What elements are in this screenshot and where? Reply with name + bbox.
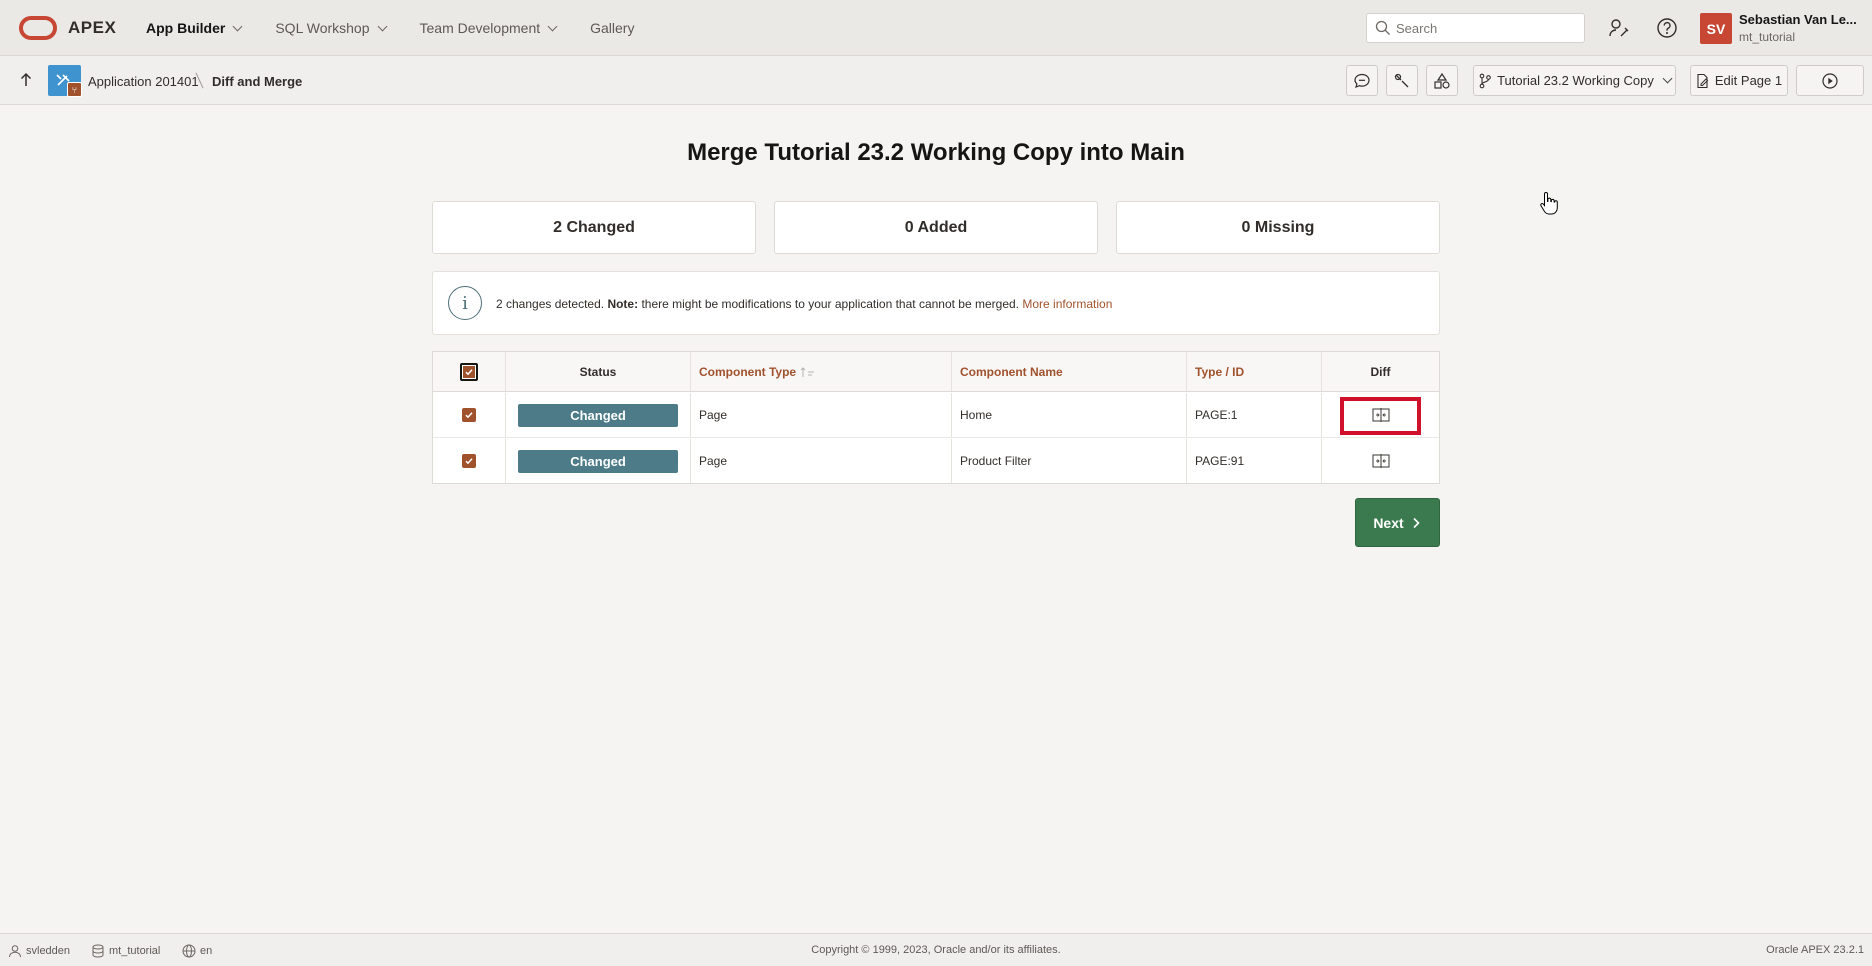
footer: svledden mt_tutorial en Copyright © 1999… <box>0 933 1872 966</box>
row-select-cell <box>433 393 506 437</box>
administration-icon[interactable] <box>1607 16 1631 40</box>
type-id-cell: PAGE:1 <box>1187 393 1322 437</box>
row-checkbox[interactable] <box>462 454 476 468</box>
edit-page-button[interactable]: Edit Page 1 <box>1690 65 1788 96</box>
header-diff: Diff <box>1370 364 1391 379</box>
app-brand[interactable]: APEX <box>68 18 116 38</box>
view-diff-button[interactable] <box>1371 454 1390 468</box>
select-all-checkbox[interactable] <box>460 362 478 381</box>
sort-ascending-icon <box>800 366 815 377</box>
info-alert: i 2 changes detected. Note: there might … <box>432 271 1440 335</box>
header-type-id[interactable]: Type / ID <box>1187 352 1322 391</box>
header-component-type[interactable]: Component Type <box>691 352 952 391</box>
oracle-logo-icon[interactable] <box>19 16 57 40</box>
status-badge: Changed <box>518 449 678 473</box>
stat-added: 0 Added <box>774 201 1098 254</box>
info-message: 2 changes detected. Note: there might be… <box>496 297 1112 311</box>
application-icon[interactable]: ⑂ <box>48 65 82 97</box>
select-all-cell <box>433 352 506 391</box>
checkmark-icon <box>465 458 473 465</box>
search-icon <box>1375 20 1390 35</box>
status-cell: Changed <box>506 393 691 437</box>
branch-selector-label: Tutorial 23.2 Working Copy <box>1497 73 1654 88</box>
info-icon: i <box>448 286 482 320</box>
type-id-cell: PAGE:91 <box>1187 439 1322 483</box>
status-badge: Changed <box>518 403 678 427</box>
table-header-row: Status Component Type Component Name Typ… <box>433 352 1439 392</box>
checkmark-icon <box>465 368 473 375</box>
top-navigation-bar: APEX App Builder SQL Workshop Team Devel… <box>0 0 1872 56</box>
utilities-button[interactable] <box>1386 65 1418 96</box>
next-button[interactable]: Next <box>1355 498 1440 547</box>
shapes-icon <box>1434 72 1450 89</box>
checkmark-icon <box>465 412 473 419</box>
help-icon[interactable] <box>1655 16 1679 40</box>
merge-components-table: Status Component Type Component Name Typ… <box>432 351 1440 484</box>
nav-gallery-label: Gallery <box>590 20 635 36</box>
comment-icon <box>1354 73 1370 88</box>
next-button-label: Next <box>1373 514 1404 531</box>
hand-pointer-cursor-icon <box>1540 191 1558 218</box>
table-row: Changed Page Home PAGE:1 <box>433 393 1439 438</box>
nav-app-builder[interactable]: App Builder <box>146 20 243 36</box>
nav-team-development[interactable]: Team Development <box>419 20 558 36</box>
info-note-label: Note: <box>607 297 639 311</box>
nav-sql-workshop-label: SQL Workshop <box>275 20 370 36</box>
up-arrow-icon[interactable] <box>18 71 34 92</box>
edit-page-icon <box>1697 73 1709 88</box>
run-page-button[interactable] <box>1796 65 1864 96</box>
stat-changed: 2 Changed <box>432 201 756 254</box>
info-note-text: there might be modifications to your app… <box>641 297 1020 311</box>
chevron-down-icon <box>232 21 243 31</box>
version: Oracle APEX 23.2.1 <box>1766 944 1864 956</box>
chevron-down-icon <box>547 21 558 31</box>
component-name-cell: Product Filter <box>952 439 1187 483</box>
branch-badge-icon: ⑂ <box>67 82 82 97</box>
breadcrumb-application[interactable]: Application 201401 <box>88 74 199 89</box>
nav-team-development-label: Team Development <box>419 20 541 36</box>
chevron-right-icon <box>1413 517 1420 528</box>
play-icon <box>1822 72 1838 89</box>
annotation-highlight-box <box>1340 397 1421 435</box>
nav-gallery[interactable]: Gallery <box>590 20 634 36</box>
component-type-cell: Page <box>691 439 952 483</box>
stat-missing: 0 Missing <box>1116 201 1440 254</box>
main-menu: App Builder SQL Workshop Team Developmen… <box>146 0 668 56</box>
comments-button[interactable] <box>1346 65 1378 96</box>
info-lead: 2 changes detected. <box>496 297 605 311</box>
compare-icon <box>1371 454 1390 468</box>
copyright: Copyright © 1999, 2023, Oracle and/or it… <box>811 944 1061 956</box>
header-status: Status <box>506 352 691 391</box>
user-workspace: mt_tutorial <box>1739 30 1796 44</box>
chevron-down-icon <box>1662 73 1673 84</box>
diff-cell <box>1322 439 1439 483</box>
table-row: Changed Page Product Filter PAGE:91 <box>433 439 1439 483</box>
breadcrumb-current: Diff and Merge <box>212 74 303 89</box>
more-information-link[interactable]: More information <box>1022 297 1112 311</box>
nav-sql-workshop[interactable]: SQL Workshop <box>275 20 387 36</box>
status-cell: Changed <box>506 439 691 483</box>
search-input[interactable] <box>1396 20 1576 36</box>
edit-page-label: Edit Page 1 <box>1714 73 1783 88</box>
page-toolbar: ⑂ Application 201401 Diff and Merge Tuto… <box>0 56 1872 105</box>
user-name[interactable]: Sebastian Van Le... <box>1739 12 1857 27</box>
nav-app-builder-label: App Builder <box>146 20 226 36</box>
component-name-cell: Home <box>952 393 1187 437</box>
component-type-cell: Page <box>691 393 952 437</box>
chevron-down-icon <box>377 21 387 31</box>
wrench-icon <box>1394 73 1409 87</box>
avatar[interactable]: SV <box>1700 13 1732 44</box>
search-field[interactable] <box>1366 13 1585 43</box>
shared-components-button[interactable] <box>1426 65 1458 96</box>
row-checkbox[interactable] <box>462 408 476 422</box>
page-title: Merge Tutorial 23.2 Working Copy into Ma… <box>687 139 1185 166</box>
row-select-cell <box>433 439 506 483</box>
branch-selector[interactable]: Tutorial 23.2 Working Copy <box>1473 65 1676 96</box>
header-component-type-label: Component Type <box>699 364 797 379</box>
header-component-name[interactable]: Component Name <box>952 352 1187 391</box>
branch-icon <box>1479 73 1491 88</box>
